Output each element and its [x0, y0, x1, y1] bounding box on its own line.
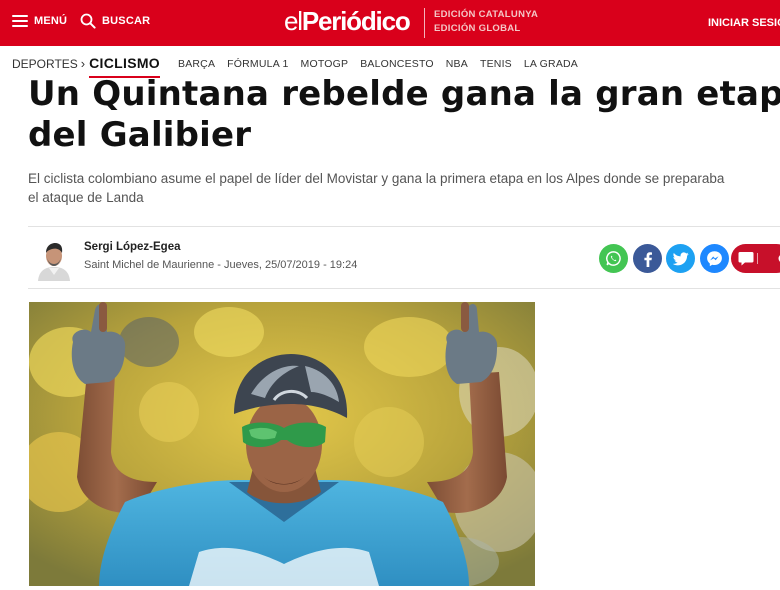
article-title: Un Quintana rebelde gana la gran etapa d… [28, 74, 780, 156]
search-icon [80, 13, 96, 29]
menu-button[interactable]: MENÚ [12, 15, 67, 27]
logo-name: Periódico [301, 6, 411, 36]
byline-divider-top [28, 226, 780, 227]
whatsapp-share-button[interactable] [599, 244, 628, 273]
messenger-share-button[interactable] [700, 244, 729, 273]
cyclist-photo-illustration [29, 302, 535, 586]
edition-selector: EDICIÓN CATALUNYA EDICIÓN GLOBAL [424, 8, 538, 38]
facebook-icon [643, 251, 652, 267]
top-header-bar: MENÚ BUSCAR elPeriódico EDICIÓN CATALUNY… [0, 0, 780, 46]
article-photo[interactable] [29, 302, 535, 586]
edition-catalunya-link[interactable]: EDICIÓN CATALUNYA [434, 8, 538, 22]
article-subtitle: El ciclista colombiano asume el papel de… [28, 169, 780, 207]
hamburger-icon [12, 15, 28, 27]
twitter-share-button[interactable] [666, 244, 695, 273]
search-button[interactable]: BUSCAR [80, 13, 150, 29]
whatsapp-icon [606, 251, 621, 266]
comments-icon [738, 252, 780, 266]
edition-global-link[interactable]: EDICIÓN GLOBAL [434, 22, 538, 36]
search-label: BUSCAR [102, 15, 151, 27]
byline-divider-bottom [28, 288, 780, 289]
author-avatar[interactable] [36, 237, 72, 281]
subtitle-line-2: el ataque de Landa [28, 190, 144, 205]
messenger-icon [707, 251, 722, 267]
author-name[interactable]: Sergi López-Egea [84, 241, 181, 253]
twitter-icon [672, 251, 689, 265]
login-button[interactable]: INICIAR SESIÓN [708, 17, 780, 29]
menu-label: MENÚ [34, 15, 68, 27]
logo-prefix: el [284, 6, 303, 36]
title-line-2: del Galibier [28, 115, 252, 155]
comments-button[interactable] [731, 244, 780, 273]
article-meta: Saint Michel de Maurienne - Jueves, 25/0… [84, 259, 358, 271]
site-logo[interactable]: elPeriódico [284, 6, 411, 37]
facebook-share-button[interactable] [633, 244, 662, 273]
title-line-1: Un Quintana rebelde gana la gran etapa [28, 74, 780, 114]
subtitle-line-1: El ciclista colombiano asume el papel de… [28, 171, 725, 186]
